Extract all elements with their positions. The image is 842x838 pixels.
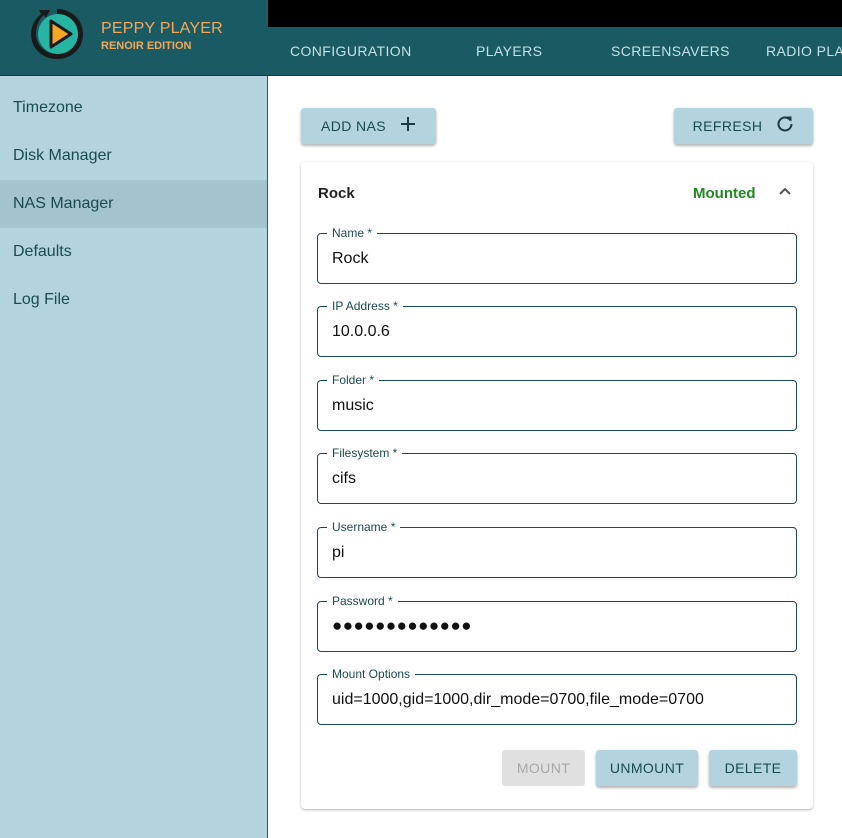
password-field-value: ●●●●●●●●●●●●● [332, 616, 472, 635]
mount-options-field-label: Mount Options [327, 666, 416, 682]
password-field-label: Password * [327, 593, 398, 609]
add-nas-label: ADD NAS [320, 118, 387, 134]
refresh-button[interactable]: REFRESH [674, 108, 813, 144]
username-field-value: pi [332, 544, 345, 561]
folder-field-label: Folder * [327, 372, 380, 388]
app-logo-area: PEPPY PLAYER RENOIR EDITION [0, 0, 268, 75]
tab-screensavers[interactable]: SCREENSAVERS [611, 27, 730, 75]
name-field[interactable]: Name * Rock [317, 225, 797, 284]
mount-button[interactable]: MOUNT [502, 750, 585, 786]
ip-address-field[interactable]: IP Address * 10.0.0.6 [317, 298, 797, 357]
folder-field-value: music [332, 397, 374, 414]
tab-players[interactable]: PLAYERS [476, 27, 542, 75]
tab-radio-playlists[interactable]: RADIO PLA [766, 27, 842, 75]
sidebar: Timezone Disk Manager NAS Manager Defaul… [0, 76, 268, 838]
plus-icon [400, 116, 416, 136]
nas-card: Rock Mounted Name * Rock IP Address * 10… [301, 162, 813, 809]
name-field-value: Rock [332, 250, 369, 267]
sidebar-item-disk-manager[interactable]: Disk Manager [0, 132, 267, 180]
password-field[interactable]: Password * ●●●●●●●●●●●●● [317, 593, 797, 652]
folder-field[interactable]: Folder * music [317, 372, 797, 431]
username-field-label: Username * [327, 519, 401, 535]
sidebar-item-nas-manager[interactable]: NAS Manager [0, 180, 267, 228]
unmount-button[interactable]: UNMOUNT [596, 750, 698, 786]
chevron-up-icon[interactable] [777, 183, 793, 199]
sidebar-item-timezone[interactable]: Timezone [0, 84, 267, 132]
mount-options-field-value: uid=1000,gid=1000,dir_mode=0700,file_mod… [332, 691, 704, 708]
sidebar-item-defaults[interactable]: Defaults [0, 228, 267, 276]
main-tabs: CONFIGURATION PLAYERS SCREENSAVERS RADIO… [268, 27, 842, 75]
nas-name-title: Rock [318, 185, 355, 202]
delete-button[interactable]: DELETE [709, 750, 797, 786]
refresh-label: REFRESH [692, 118, 763, 134]
add-nas-button[interactable]: ADD NAS [301, 108, 436, 144]
ip-address-field-value: 10.0.0.6 [332, 323, 390, 340]
play-logo-icon [31, 9, 83, 59]
top-bar [268, 0, 842, 27]
username-field[interactable]: Username * pi [317, 519, 797, 578]
refresh-icon [776, 115, 794, 137]
filesystem-field-value: cifs [332, 470, 356, 487]
mount-options-field[interactable]: Mount Options uid=1000,gid=1000,dir_mode… [317, 666, 797, 725]
app-title: PEPPY PLAYER [101, 20, 223, 37]
filesystem-field-label: Filesystem * [327, 445, 403, 461]
sidebar-item-log-file[interactable]: Log File [0, 276, 267, 324]
name-field-label: Name * [327, 225, 378, 241]
tab-configuration[interactable]: CONFIGURATION [290, 27, 412, 75]
filesystem-field[interactable]: Filesystem * cifs [317, 445, 797, 504]
status-badge: Mounted [693, 185, 756, 202]
ip-address-field-label: IP Address * [327, 298, 403, 314]
app-subtitle: RENOIR EDITION [101, 40, 192, 52]
